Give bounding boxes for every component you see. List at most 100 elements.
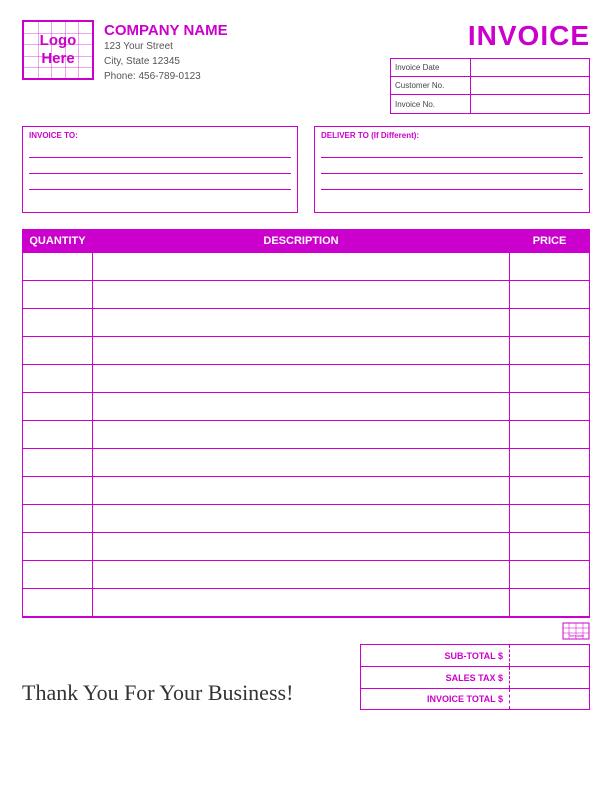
invoice-fields: Invoice Date Customer No. Invoice No. [390,58,590,114]
customer-no-value[interactable] [471,77,589,94]
table-row [23,505,590,533]
customer-no-row: Customer No. [391,77,589,95]
salestax-label: SALES TAX $ [361,673,509,683]
price-cell[interactable] [510,253,590,281]
qty-cell[interactable] [23,561,93,589]
desc-cell[interactable] [93,421,510,449]
qty-cell[interactable] [23,589,93,617]
deliver-to-line2[interactable] [321,160,583,174]
price-cell[interactable] [510,449,590,477]
logo-box: Logo Here [22,20,94,80]
subtotal-value[interactable] [509,645,589,666]
invoice-date-value[interactable] [471,59,589,76]
invoice-no-row: Invoice No. [391,95,589,113]
header-right: INVOICE Invoice Date Customer No. Invoic… [390,20,590,114]
table-row [23,393,590,421]
logo-text: Logo Here [40,32,77,68]
invoice-to-line1[interactable] [29,144,291,158]
table-row [23,533,590,561]
price-cell[interactable] [510,589,590,617]
desc-cell[interactable] [93,253,510,281]
address-section: INVOICE TO: DELIVER TO (If Different): [22,126,590,213]
price-cell[interactable] [510,365,590,393]
desc-cell[interactable] [93,449,510,477]
col-header-qty: QUANTITY [23,230,93,253]
table-row [23,253,590,281]
qty-cell[interactable] [23,505,93,533]
invoice-to-line2[interactable] [29,160,291,174]
table-row [23,421,590,449]
qty-cell[interactable] [23,337,93,365]
qty-cell[interactable] [23,449,93,477]
totals-section: Template SUB-TOTAL $ SALES TAX $ INVOICE… [360,618,590,710]
address-line3: Phone: 456-789-0123 [104,69,228,84]
invoice-to-line4[interactable] [29,192,291,206]
qty-cell[interactable] [23,365,93,393]
price-cell[interactable] [510,477,590,505]
company-address: 123 Your Street City, State 12345 Phone:… [104,39,228,84]
table-row [23,561,590,589]
invoice-date-row: Invoice Date [391,59,589,77]
salestax-row: SALES TAX $ [360,666,590,688]
desc-cell[interactable] [93,393,510,421]
footer-section: Thank You For Your Business! Template [22,617,590,710]
thank-you-text: Thank You For Your Business! [22,670,360,710]
qty-cell[interactable] [23,421,93,449]
qty-cell[interactable] [23,393,93,421]
subtotal-label: SUB-TOTAL $ [361,651,509,661]
qty-cell[interactable] [23,477,93,505]
qty-cell[interactable] [23,309,93,337]
desc-cell[interactable] [93,365,510,393]
invoice-to-line3[interactable] [29,176,291,190]
col-header-price: PRICE [510,230,590,253]
price-cell[interactable] [510,505,590,533]
deliver-to-line1[interactable] [321,144,583,158]
deliver-to-lines [321,144,583,208]
deliver-to-box: DELIVER TO (If Different): [314,126,590,213]
company-name: COMPANY NAME [104,22,228,39]
qty-cell[interactable] [23,533,93,561]
company-info: COMPANY NAME 123 Your Street City, State… [104,20,228,84]
desc-cell[interactable] [93,477,510,505]
header-left: Logo Here COMPANY NAME 123 Your Street C… [22,20,228,84]
table-row [23,309,590,337]
col-header-desc: DESCRIPTION [93,230,510,253]
invoice-to-label: INVOICE TO: [29,131,291,140]
invoice-title: INVOICE [390,20,590,52]
desc-cell[interactable] [93,337,510,365]
invoice-no-value[interactable] [471,95,589,113]
desc-cell[interactable] [93,561,510,589]
invoice-page: Logo Here COMPANY NAME 123 Your Street C… [0,0,612,792]
totals-mini-logo: Template [562,622,590,642]
invoice-date-label: Invoice Date [391,59,471,76]
desc-cell[interactable] [93,309,510,337]
desc-cell[interactable] [93,505,510,533]
price-cell[interactable] [510,281,590,309]
price-cell[interactable] [510,533,590,561]
invoice-no-label: Invoice No. [391,95,471,113]
price-cell[interactable] [510,393,590,421]
desc-cell[interactable] [93,533,510,561]
price-cell[interactable] [510,561,590,589]
invoicetotal-row: INVOICE TOTAL $ [360,688,590,710]
salestax-value[interactable] [509,667,589,688]
invoicetotal-label: INVOICE TOTAL $ [361,694,509,704]
price-cell[interactable] [510,421,590,449]
subtotal-row: SUB-TOTAL $ [360,644,590,666]
svg-text:Template: Template [568,633,585,638]
deliver-to-line4[interactable] [321,192,583,206]
qty-cell[interactable] [23,253,93,281]
table-row [23,337,590,365]
desc-cell[interactable] [93,281,510,309]
desc-cell[interactable] [93,589,510,617]
address-line1: 123 Your Street [104,39,228,54]
header: Logo Here COMPANY NAME 123 Your Street C… [22,20,590,114]
invoice-to-lines [29,144,291,208]
price-cell[interactable] [510,337,590,365]
deliver-to-label: DELIVER TO (If Different): [321,131,583,140]
price-cell[interactable] [510,309,590,337]
qty-cell[interactable] [23,281,93,309]
table-row [23,365,590,393]
invoicetotal-value[interactable] [509,689,589,709]
deliver-to-line3[interactable] [321,176,583,190]
